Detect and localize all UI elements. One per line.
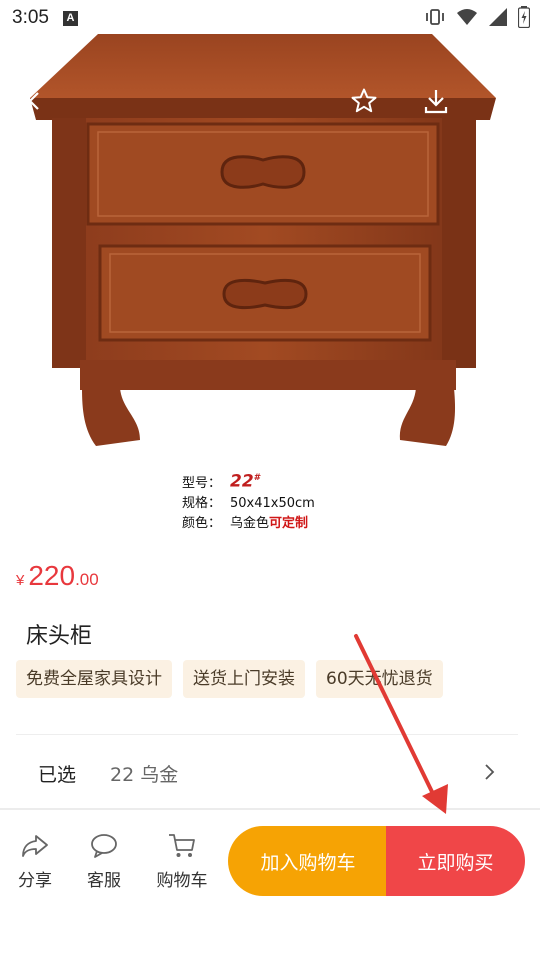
spec-color-custom: 可定制 xyxy=(269,515,309,531)
notification-icon: A xyxy=(62,10,78,26)
cart-label: 购物车 xyxy=(156,871,208,891)
star-icon[interactable] xyxy=(347,84,381,118)
add-to-cart-button[interactable]: 加入购物车 xyxy=(228,826,388,896)
selected-spec-row[interactable]: 已选 22 乌金 xyxy=(0,744,540,802)
spec-model-key: 型号： xyxy=(182,475,222,491)
service-label: 客服 xyxy=(87,871,121,891)
product-spec-text: 型号： 22# 规格： 50x41x50cm 颜色： 乌金色 可定制 xyxy=(182,468,315,534)
spec-size-key: 规格： xyxy=(182,495,222,511)
status-time: 3:05 xyxy=(12,7,49,28)
spec-color-value: 乌金色 xyxy=(230,515,270,531)
wifi-icon xyxy=(457,9,477,25)
bottom-action-bar: 分享 客服 购物车 加入购物车 立即购买 xyxy=(0,810,540,960)
share-button[interactable]: 分享 xyxy=(5,832,65,891)
share-icon xyxy=(22,835,48,857)
price-decimal: .00 xyxy=(75,570,99,589)
back-icon[interactable] xyxy=(18,84,52,118)
product-title: 床头柜 xyxy=(26,624,93,649)
tag-delivery-install: 送货上门安装 xyxy=(183,660,305,698)
service-tags: 免费全屋家具设计 送货上门安装 60天无忧退货 xyxy=(16,660,443,698)
spec-color-key: 颜色： xyxy=(182,515,222,531)
download-icon[interactable] xyxy=(419,84,453,118)
price: ¥ 220 .00 xyxy=(16,560,99,592)
cabinet-illustration xyxy=(30,34,496,446)
chat-icon xyxy=(91,834,117,858)
status-bar: 3:05 A xyxy=(0,0,540,36)
selected-label: 已选 xyxy=(38,764,77,786)
status-icons xyxy=(424,6,530,28)
tag-free-design: 免费全屋家具设计 xyxy=(16,660,172,698)
price-symbol: ¥ xyxy=(16,572,25,589)
signal-icon xyxy=(489,8,507,26)
chevron-right-icon xyxy=(485,764,495,780)
price-integer: 220 xyxy=(28,560,76,591)
battery-icon xyxy=(518,6,530,28)
cart-button[interactable]: 购物车 xyxy=(152,832,212,891)
cart-icon xyxy=(169,834,195,857)
vibrate-icon xyxy=(426,9,444,25)
share-label: 分享 xyxy=(18,871,52,891)
spec-model-value: 22# xyxy=(230,471,260,492)
customer-service-button[interactable]: 客服 xyxy=(74,832,134,891)
spec-size-value: 50x41x50cm xyxy=(230,495,315,511)
divider xyxy=(16,734,518,735)
selected-value: 22 乌金 xyxy=(110,764,179,786)
tag-return-policy: 60天无忧退货 xyxy=(316,660,443,698)
product-image[interactable]: 型号： 22# 规格： 50x41x50cm 颜色： 乌金色 可定制 xyxy=(0,0,540,540)
buy-now-button[interactable]: 立即购买 xyxy=(386,826,525,896)
